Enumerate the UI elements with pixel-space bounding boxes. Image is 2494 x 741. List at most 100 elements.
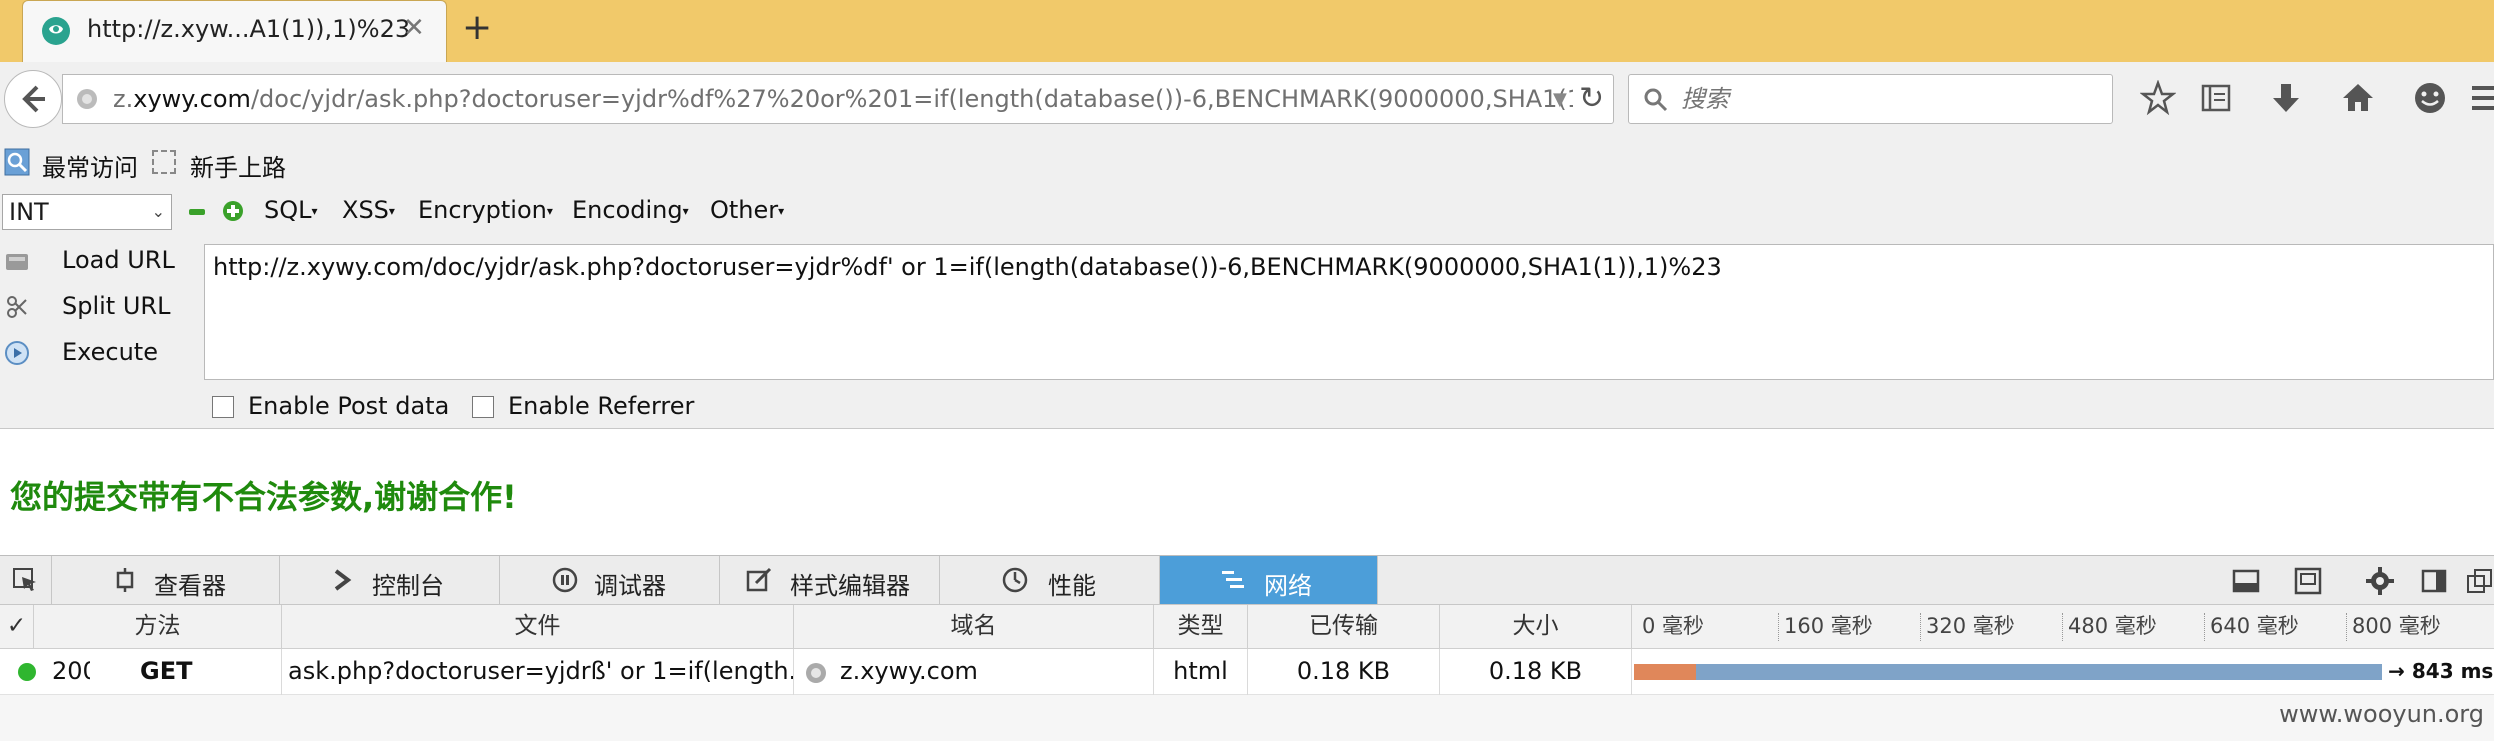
bookmark-getting-started-label[interactable]: 新手上路 — [190, 148, 286, 183]
bookmark-star-icon[interactable] — [2140, 80, 2176, 116]
tab-console[interactable]: 控制台 — [280, 556, 500, 604]
close-tab-icon[interactable]: ✕ — [403, 13, 425, 43]
url-prefix: z. — [113, 85, 134, 113]
column-type[interactable]: 类型 — [1154, 605, 1248, 649]
enable-referrer-checkbox[interactable]: Enable Referrer — [472, 392, 712, 424]
reading-list-icon[interactable] — [2198, 80, 2234, 116]
enable-post-data-checkbox[interactable]: Enable Post data — [212, 392, 452, 424]
timing-wait-bar — [1634, 664, 1697, 680]
debugger-icon — [552, 567, 578, 593]
globe-icon — [77, 89, 97, 109]
bookmark-frequent-label[interactable]: 最常访问 — [42, 148, 138, 183]
enable-post-data-label: Enable Post data — [248, 392, 450, 420]
new-tab-button[interactable]: + — [462, 8, 492, 48]
tab-strip: http://z.xyw...A1(1)),1)%23 ✕ + — [0, 0, 2494, 62]
search-bar[interactable] — [1628, 74, 2113, 124]
undock-window-icon[interactable] — [2466, 567, 2494, 595]
timing-receive-bar — [1696, 664, 2383, 680]
column-waterfall[interactable]: 0 毫秒 160 毫秒 320 毫秒 480 毫秒 640 毫秒 800 毫秒 — [1632, 605, 2494, 649]
timing-total-label: → 843 ms — [2388, 659, 2494, 683]
status-dot-icon — [18, 663, 36, 681]
table-row[interactable]: 200 GET ask.php?doctoruser=yjdrß' or 1=i… — [0, 649, 2494, 695]
split-url-icon — [7, 296, 27, 318]
dropdown-arrow-icon: ▾ — [388, 204, 395, 218]
chevron-down-icon: ⌄ — [151, 202, 165, 221]
url-bar[interactable]: z.xywy.com/doc/yjdr/ask.php?doctoruser=y… — [62, 74, 1614, 124]
split-url-button[interactable]: Split URL — [0, 286, 200, 330]
tab-performance[interactable]: 性能 — [940, 556, 1160, 604]
download-icon[interactable] — [2268, 80, 2304, 116]
load-url-icon — [6, 254, 28, 270]
menu-xss-label: XSS — [342, 196, 389, 224]
tab-inspector-label: 查看器 — [154, 572, 226, 600]
tab-style-editor[interactable]: 样式编辑器 — [720, 556, 940, 604]
menu-encoding-label: Encoding — [572, 196, 683, 224]
pick-element-button[interactable] — [0, 556, 52, 604]
type-select-value: INT — [9, 198, 49, 226]
split-console-icon[interactable] — [2232, 567, 2260, 595]
checkbox-box — [212, 396, 234, 418]
dropdown-arrow-icon: ▾ — [682, 204, 689, 218]
column-size[interactable]: 大小 — [1440, 605, 1632, 649]
home-icon[interactable] — [2340, 80, 2376, 116]
menu-encoding[interactable]: Encoding▾ — [572, 196, 689, 224]
column-file[interactable]: 文件 — [282, 605, 794, 649]
size-cell: 0.18 KB — [1440, 649, 1632, 695]
type-cell: html — [1154, 649, 1248, 695]
transferred-cell: 0.18 KB — [1248, 649, 1440, 695]
enable-referrer-label: Enable Referrer — [508, 392, 695, 420]
dashed-folder-icon — [152, 150, 176, 174]
smiley-icon[interactable] — [2412, 80, 2448, 116]
timeline-tick-line — [2204, 613, 2205, 641]
bookmark-frequent[interactable] — [4, 148, 30, 176]
minus-icon[interactable] — [188, 206, 206, 218]
browser-tab[interactable]: http://z.xyw...A1(1)),1)%23 ✕ — [22, 0, 447, 62]
network-table-header: ✓ 方法 文件 域名 类型 已传输 大小 0 毫秒 160 毫秒 320 毫秒 480… — [0, 605, 2494, 649]
menu-icon[interactable] — [2466, 80, 2494, 116]
tab-network[interactable]: 网络 — [1160, 556, 1378, 604]
menu-encryption-label: Encryption — [418, 196, 547, 224]
execute-button[interactable]: Execute — [0, 332, 200, 376]
plus-icon[interactable] — [222, 200, 244, 222]
hackbar-url-textarea[interactable]: http://z.xywy.com/doc/yjdr/ask.php?docto… — [204, 244, 2494, 380]
reload-icon[interactable]: ↻ — [1579, 81, 1604, 116]
back-button[interactable] — [4, 70, 62, 128]
load-url-button[interactable]: Load URL — [0, 240, 200, 284]
tab-console-label: 控制台 — [372, 572, 444, 600]
column-method[interactable]: 方法 — [34, 605, 282, 649]
console-icon — [334, 569, 352, 591]
menu-encryption[interactable]: Encryption▾ — [418, 196, 553, 224]
dock-side-icon[interactable] — [2420, 567, 2448, 595]
url-path: /doc/yjdr/ask.php?doctoruser=yjdr%df%27%… — [250, 85, 1573, 113]
column-status[interactable]: ✓ — [0, 605, 34, 649]
menu-other[interactable]: Other▾ — [710, 196, 784, 224]
waterfall-cell: → 843 ms — [1632, 649, 2494, 695]
search-input[interactable] — [1681, 85, 2081, 113]
search-icon — [1644, 88, 1668, 112]
style-editor-icon — [746, 567, 772, 592]
menu-sql-label: SQL — [264, 196, 312, 224]
network-icon — [1222, 571, 1244, 588]
url-history-dropdown-icon[interactable]: ▼ — [1553, 89, 1567, 110]
tab-style-editor-label: 样式编辑器 — [790, 572, 910, 600]
hackbar-panel: Load URL Split URL Execute http://z.xywy… — [0, 236, 2494, 429]
bookmarks-toolbar: 最常访问 新手上路 — [0, 136, 2494, 188]
network-empty-area — [0, 695, 2494, 741]
menu-other-label: Other — [710, 196, 779, 224]
dropdown-arrow-icon: ▾ — [546, 204, 553, 218]
gear-icon[interactable] — [2366, 567, 2394, 595]
menu-xss[interactable]: XSS▾ — [342, 196, 395, 224]
watermark: www.wooyun.org — [2279, 700, 2484, 728]
back-arrow-icon — [22, 85, 45, 113]
responsive-mode-icon[interactable] — [2294, 567, 2322, 595]
devtools-toolbar: 查看器 控制台 调试器 样式编辑器 性能 网络 — [0, 555, 2494, 605]
tab-inspector[interactable]: 查看器 — [52, 556, 280, 604]
tab-debugger[interactable]: 调试器 — [500, 556, 720, 604]
tab-network-label: 网络 — [1264, 572, 1312, 600]
dropdown-arrow-icon: ▾ — [778, 204, 785, 218]
performance-icon — [1002, 567, 1028, 593]
column-transferred[interactable]: 已传输 — [1248, 605, 1440, 649]
type-select[interactable]: INT ⌄ — [2, 194, 172, 230]
column-domain[interactable]: 域名 — [794, 605, 1154, 649]
menu-sql[interactable]: SQL▾ — [264, 196, 318, 224]
